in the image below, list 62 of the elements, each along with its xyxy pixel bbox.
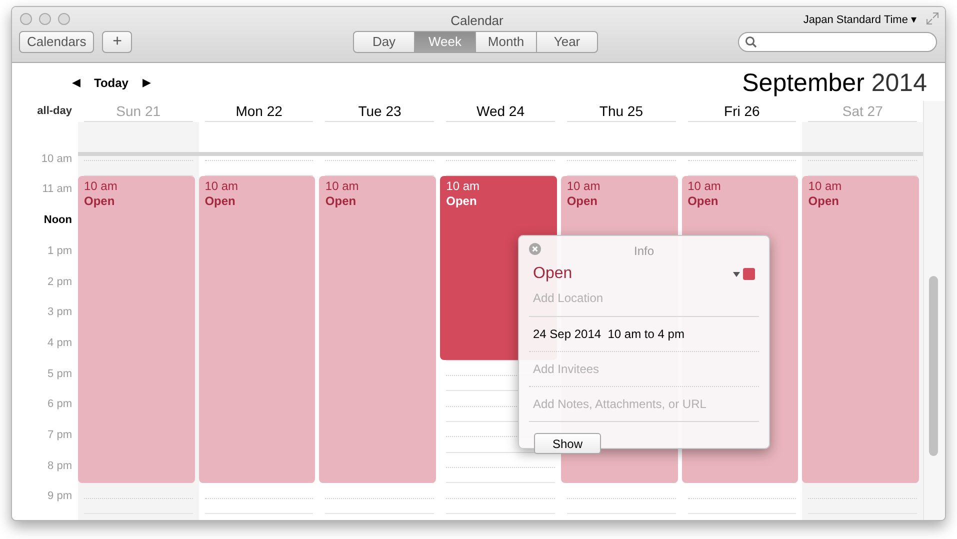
event-block[interactable]: 10 am Open [319, 176, 436, 483]
event-block[interactable]: 10 am Open [802, 176, 919, 483]
event-date-time[interactable]: 24 Sep 2014 10 am to 4 pm [529, 317, 759, 351]
hour-label: Noon [44, 213, 72, 228]
view-tab[interactable]: Year [536, 31, 598, 53]
window-control-icon[interactable] [39, 13, 51, 25]
previous-button[interactable]: ◀ [72, 74, 80, 92]
day-header[interactable]: Thu 25 [566, 101, 676, 122]
hour-label: 4 pm [48, 336, 72, 351]
event-time: 10 am [325, 179, 360, 194]
day-header[interactable]: Fri 26 [688, 101, 796, 122]
event-title: Open [325, 194, 358, 209]
scrollbar-thumb[interactable] [929, 276, 938, 456]
event-block[interactable]: 10 am Open [78, 176, 195, 483]
window-control-icon[interactable] [20, 13, 32, 25]
window-title: Calendar [450, 12, 504, 30]
calendar-color-swatch[interactable] [743, 268, 755, 280]
close-icon[interactable] [529, 243, 541, 255]
all-day-label: all-day [37, 104, 72, 120]
event-time: 10 am [204, 179, 240, 194]
show-button[interactable]: Show [534, 433, 601, 454]
view-tab[interactable]: Day [353, 31, 415, 53]
event-time: 10 am [688, 179, 722, 194]
day-header[interactable]: Tue 23 [325, 101, 434, 122]
timezone-menu[interactable]: Japan Standard Time ▾ [803, 12, 917, 28]
today-button[interactable]: Today [94, 74, 128, 92]
hour-label: 9 pm [48, 489, 72, 504]
calendars-button[interactable]: Calendars [19, 31, 94, 53]
event-title: Open [84, 194, 116, 209]
dropdown-caret-icon[interactable] [733, 272, 740, 276]
event-time: 10 am [566, 179, 602, 194]
hour-label: 1 pm [48, 244, 72, 259]
popover-header: Info [632, 243, 655, 260]
event-time: 10 am [84, 179, 118, 194]
add-button[interactable]: + [102, 31, 132, 53]
day-header[interactable]: Wed 24 [446, 101, 555, 122]
notes-field[interactable]: Add Notes, Attachments, or URL [529, 387, 759, 421]
view-tab[interactable]: Month [475, 31, 537, 53]
search-icon [745, 36, 757, 48]
event-time: 10 am [808, 179, 843, 194]
search-field[interactable] [738, 32, 937, 52]
event-title: Open [446, 194, 478, 209]
event-block[interactable]: 10 am Open [198, 176, 316, 483]
hour-label: 7 pm [48, 428, 72, 443]
event-title: Open [688, 194, 720, 209]
event-title: Open [204, 194, 236, 209]
invitees-field[interactable]: Add Invitees [529, 352, 759, 386]
month-heading: September 2014 [742, 69, 927, 97]
hour-label: 5 pm [48, 366, 72, 382]
hour-label: 3 pm [48, 305, 72, 320]
day-header[interactable]: Mon 22 [204, 101, 314, 122]
fullscreen-icon[interactable] [926, 12, 939, 25]
window-control-icon[interactable] [58, 13, 70, 25]
event-title: Open [808, 194, 840, 209]
hour-label: 10 am [41, 152, 72, 167]
hour-label: 6 pm [48, 397, 72, 412]
hour-label: 2 pm [48, 274, 72, 290]
event-time: 10 am [446, 179, 480, 194]
hour-label: 11 am [42, 182, 72, 198]
hour-label: 8 pm [48, 458, 72, 474]
event-title: Open [566, 194, 599, 209]
next-button[interactable]: ▶ [142, 74, 150, 92]
